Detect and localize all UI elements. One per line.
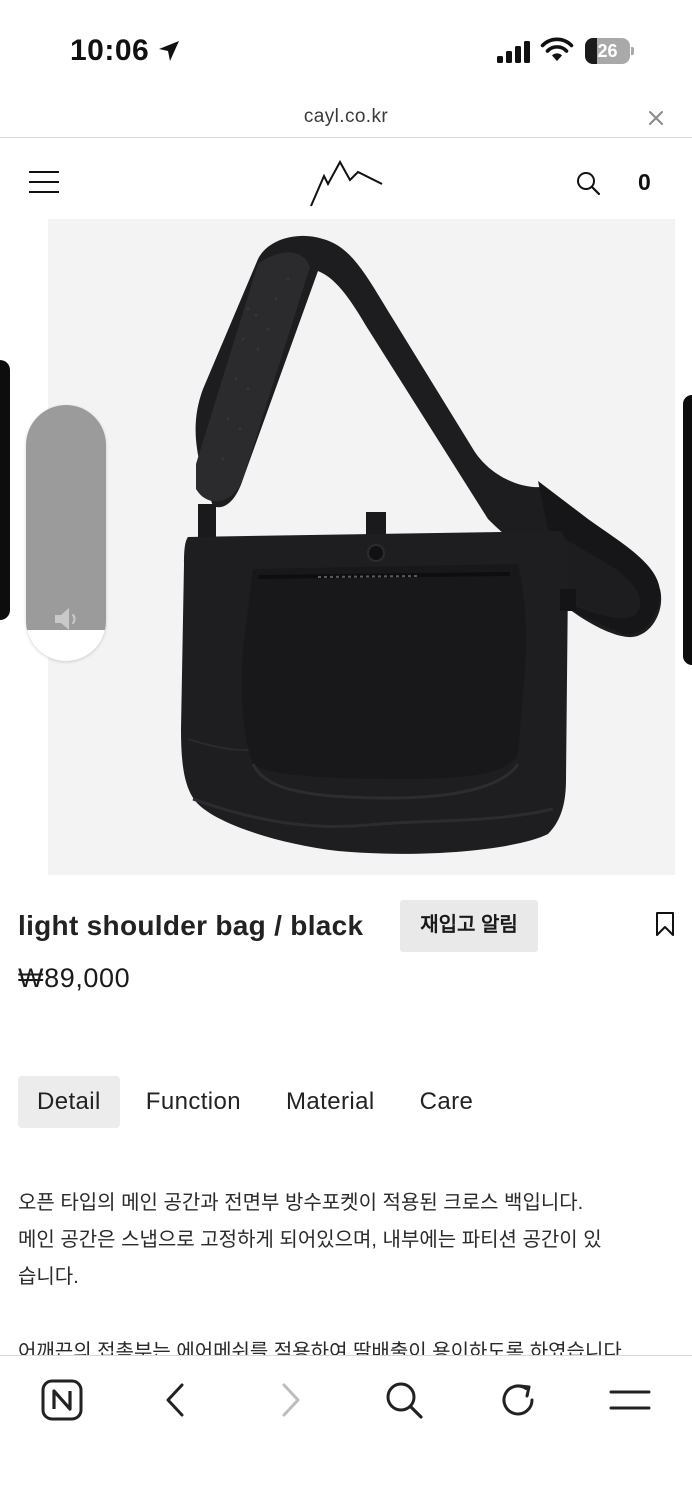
naver-n-icon[interactable] bbox=[40, 1378, 84, 1422]
page-edge-right bbox=[683, 395, 692, 665]
wifi-icon bbox=[540, 37, 574, 61]
volume-level-fill bbox=[26, 630, 106, 661]
tab-care[interactable]: Care bbox=[401, 1076, 493, 1128]
page-edge-left bbox=[0, 360, 10, 620]
product-description: 오픈 타입의 메인 공간과 전면부 방수포켓이 적용된 크로스 백입니다. 메인… bbox=[18, 1185, 678, 1371]
cart-count[interactable]: 0 bbox=[638, 169, 651, 196]
product-title: light shoulder bag / black bbox=[18, 910, 364, 941]
location-arrow-icon bbox=[159, 41, 179, 61]
restock-alert-button[interactable]: 재입고 알림 bbox=[400, 900, 538, 952]
battery-indicator: 26 bbox=[585, 38, 635, 64]
cayl-mountain-logo[interactable] bbox=[308, 158, 384, 208]
product-price: ₩89,000 bbox=[18, 963, 131, 993]
cellular-signal-icon bbox=[497, 41, 530, 63]
forward-icon[interactable] bbox=[268, 1378, 312, 1422]
reload-icon[interactable] bbox=[496, 1378, 540, 1422]
status-bar: 10:06 26 bbox=[0, 0, 692, 100]
product-image-carousel[interactable] bbox=[48, 219, 675, 875]
tab-detail[interactable]: Detail bbox=[18, 1076, 120, 1128]
product-tabs: Detail Function Material Care bbox=[18, 1076, 492, 1128]
status-time: 10:06 bbox=[70, 34, 150, 67]
url-text[interactable]: cayl.co.kr bbox=[0, 106, 692, 128]
hamburger-menu-icon[interactable] bbox=[28, 170, 60, 194]
bookmark-icon[interactable] bbox=[655, 911, 675, 937]
description-line: 메인 공간은 스냅으로 고정하게 되어있으며, 내부에는 파티션 공간이 있 bbox=[18, 1229, 602, 1251]
site-header: 0 bbox=[0, 140, 692, 220]
back-icon[interactable] bbox=[154, 1378, 198, 1422]
tab-function[interactable]: Function bbox=[127, 1076, 260, 1128]
browser-toolbar bbox=[0, 1355, 692, 1500]
close-icon[interactable] bbox=[645, 107, 667, 129]
product-photo-bag bbox=[181, 235, 662, 854]
speaker-icon bbox=[55, 608, 76, 630]
description-line: 습니다. bbox=[18, 1266, 79, 1288]
search-icon[interactable] bbox=[382, 1378, 426, 1422]
tab-material[interactable]: Material bbox=[267, 1076, 394, 1128]
volume-hud bbox=[26, 405, 106, 661]
battery-percent: 26 bbox=[597, 41, 618, 61]
search-icon[interactable] bbox=[575, 170, 601, 196]
address-bar[interactable]: cayl.co.kr bbox=[0, 100, 692, 138]
menu-icon[interactable] bbox=[608, 1378, 652, 1422]
description-line: 오픈 타입의 메인 공간과 전면부 방수포켓이 적용된 크로스 백입니다. bbox=[18, 1192, 584, 1214]
